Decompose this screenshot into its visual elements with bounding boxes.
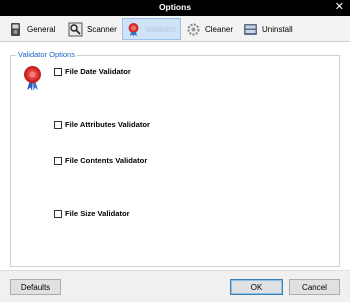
file-attributes-validator-label: File Attributes Validator (65, 120, 150, 129)
tab-scanner-label: Scanner (87, 24, 117, 34)
defaults-button[interactable]: Defaults (10, 279, 61, 295)
file-attributes-validator-checkbox[interactable] (54, 120, 62, 129)
tab-validator[interactable]: Validator (122, 18, 181, 40)
tab-cleaner[interactable]: Cleaner (186, 18, 233, 40)
validator-seal-icon (21, 65, 45, 91)
tab-scanner[interactable]: Scanner (68, 18, 117, 40)
file-date-validator-option[interactable]: File Date Validator (54, 67, 131, 76)
file-size-validator-option[interactable]: File Size Validator (54, 209, 130, 218)
tab-general[interactable]: General (8, 18, 55, 40)
cleaner-icon (186, 22, 201, 37)
file-date-validator-checkbox[interactable] (54, 67, 62, 76)
title-bar: Options ✕ (0, 0, 350, 16)
scanner-icon (68, 22, 83, 37)
file-contents-validator-label: File Contents Validator (65, 156, 148, 165)
tab-validator-label: Validator (145, 24, 176, 34)
options-toolbar: General Scanner Validator Cleaner Uninst… (0, 16, 350, 42)
close-icon[interactable]: ✕ (335, 1, 344, 14)
file-contents-validator-checkbox[interactable] (54, 156, 62, 165)
tab-uninstall-label: Uninstall (262, 24, 293, 34)
file-size-validator-label: File Size Validator (65, 209, 130, 218)
file-contents-validator-option[interactable]: File Contents Validator (54, 156, 147, 165)
general-icon (8, 22, 23, 37)
dialog-footer: Defaults OK Cancel (0, 270, 350, 302)
window-title: Options (158, 2, 192, 12)
ok-button[interactable]: OK (230, 279, 283, 295)
file-size-validator-checkbox[interactable] (54, 209, 62, 218)
validator-panel: Validator Options (0, 43, 350, 270)
validator-icon (126, 22, 141, 37)
tab-general-label: General (27, 24, 56, 34)
cancel-button[interactable]: Cancel (289, 279, 340, 295)
tab-cleaner-label: Cleaner (205, 24, 234, 34)
file-attributes-validator-option[interactable]: File Attributes Validator (54, 120, 150, 129)
group-title: Validator Options (16, 50, 77, 59)
uninstall-icon (243, 22, 258, 37)
file-date-validator-label: File Date Validator (65, 67, 131, 76)
tab-uninstall[interactable]: Uninstall (243, 18, 293, 40)
